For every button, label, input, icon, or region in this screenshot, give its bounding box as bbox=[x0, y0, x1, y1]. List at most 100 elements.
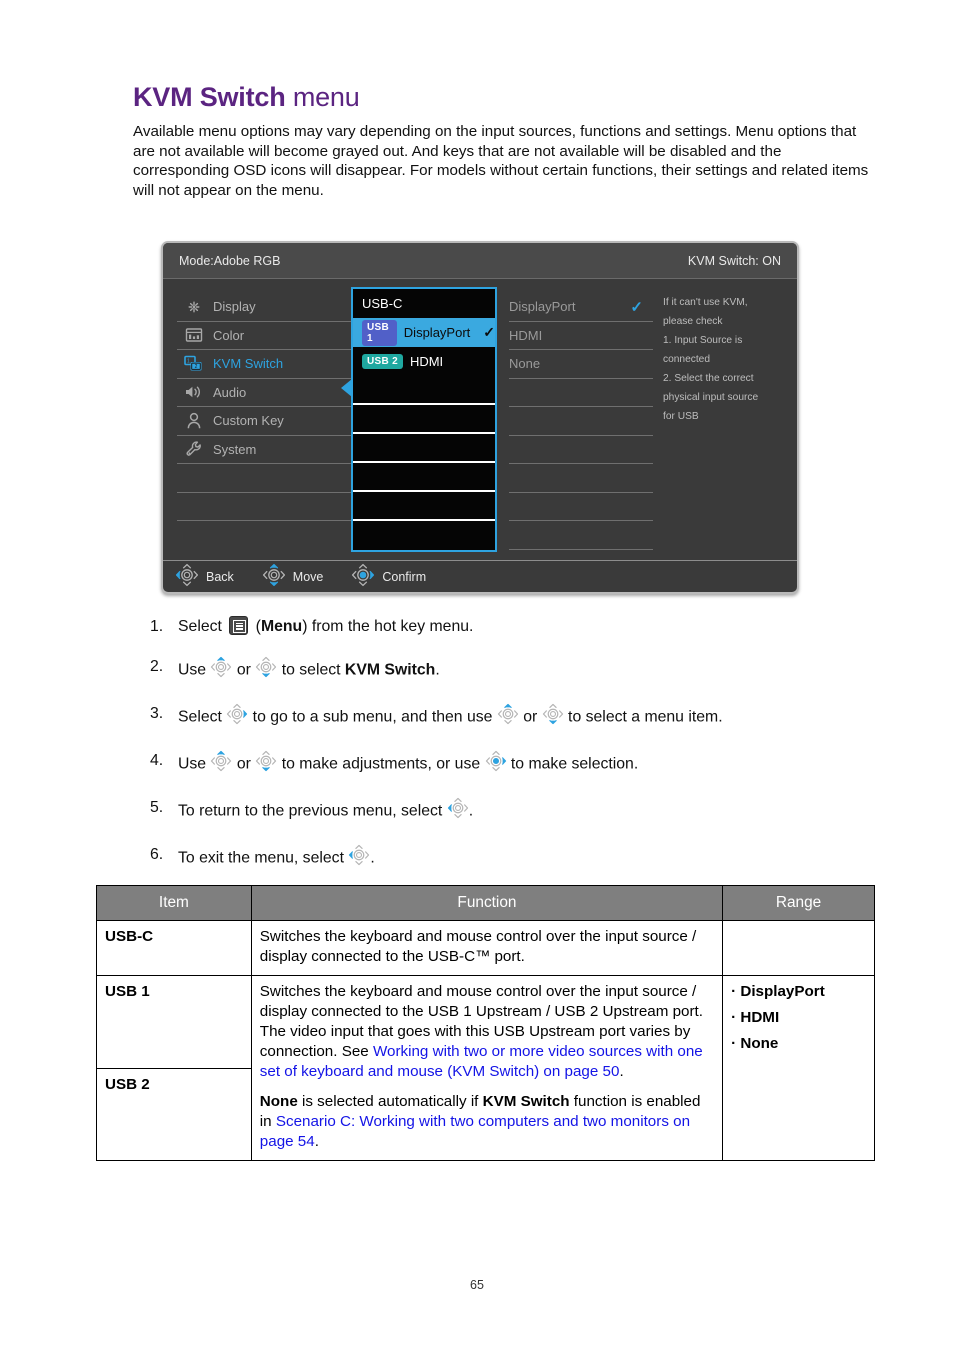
osd-submenu-empty-row bbox=[353, 405, 495, 434]
check-icon: ✓ bbox=[630, 298, 643, 316]
table-cell-item: USB-C bbox=[96, 920, 252, 976]
osd-usb-badge: USB 1 bbox=[362, 319, 397, 346]
table-cell-range: · DisplayPort · HDMI · None bbox=[722, 975, 875, 1161]
table-cell-range bbox=[722, 920, 875, 976]
page-title-rest: menu bbox=[285, 82, 360, 112]
five-way-controller-icon bbox=[542, 703, 564, 732]
step-body: Use or to make adjustments, or use to ma… bbox=[178, 750, 880, 779]
osd-sidebar-item-label: Display bbox=[213, 299, 256, 315]
step-emphasis: KVM Switch bbox=[482, 1093, 570, 1110]
table-cell-function: Switches the keyboard and mouse control … bbox=[250, 920, 724, 976]
instruction-step: 5. To return to the previous menu, selec… bbox=[150, 797, 880, 826]
osd-sidebar-item-color[interactable]: Color bbox=[177, 322, 367, 350]
step-emphasis: Menu bbox=[260, 618, 303, 635]
five-way-controller-icon bbox=[255, 656, 277, 685]
osd-sidebar-item-display[interactable]: Display bbox=[177, 293, 367, 322]
osd-value-item-displayport[interactable]: DisplayPort ✓ bbox=[509, 293, 653, 322]
osd-value-empty-row bbox=[509, 407, 653, 436]
osd-submenu-item-hdmi[interactable]: USB 2 HDMI bbox=[353, 347, 495, 376]
table-range-option: · None bbox=[731, 1035, 779, 1052]
step-text: . bbox=[619, 1063, 624, 1080]
step-text: to select bbox=[277, 661, 345, 679]
table-header-function: Function bbox=[250, 885, 724, 921]
osd-sidebar: Display Color 12 KVM Switch Audio Custom… bbox=[177, 293, 367, 521]
step-text: or bbox=[518, 708, 542, 726]
step-number: 5. bbox=[150, 799, 164, 816]
osd-submenu-empty-row bbox=[353, 376, 495, 405]
osd-value-column: DisplayPort ✓ HDMI None bbox=[509, 293, 653, 550]
osd-submenu-empty-row bbox=[353, 521, 495, 550]
step-text: to select a menu item. bbox=[563, 708, 723, 726]
instruction-step: 1. Select (Menu) from the hot key menu. bbox=[150, 616, 880, 638]
cross-reference-link[interactable]: Scenario C: Working with two computers a… bbox=[260, 1113, 690, 1150]
osd-action-label: Back bbox=[206, 569, 234, 584]
wrench-icon bbox=[183, 440, 205, 458]
person-icon bbox=[183, 412, 205, 430]
menu-hotkey-icon bbox=[229, 616, 249, 635]
osd-sidebar-item-audio[interactable]: Audio bbox=[177, 379, 367, 407]
table-header-item: Item bbox=[96, 885, 252, 921]
instruction-steps: 1. Select (Menu) from the hot key menu. … bbox=[150, 616, 880, 891]
osd-action-move[interactable]: Move bbox=[262, 563, 323, 590]
svg-text:2: 2 bbox=[195, 364, 198, 370]
step-body: To return to the previous menu, select . bbox=[178, 797, 880, 826]
osd-action-confirm[interactable]: Confirm bbox=[351, 563, 426, 590]
osd-mode-label: Mode:Adobe RGB bbox=[179, 253, 281, 268]
step-body: Select (Menu) from the hot key menu. bbox=[178, 616, 880, 638]
osd-sidebar-spacer bbox=[177, 464, 367, 493]
osd-hint-line: connected bbox=[663, 354, 711, 365]
osd-usb-badge: USB 2 bbox=[362, 354, 403, 369]
instruction-step: 3. Select to go to a sub menu, and then … bbox=[150, 703, 880, 732]
step-number: 3. bbox=[150, 705, 164, 722]
table-cell-paragraph: Switches the keyboard and mouse control … bbox=[260, 982, 714, 1082]
osd-value-empty-row bbox=[509, 521, 653, 550]
osd-value-empty-row bbox=[509, 464, 653, 493]
step-text: Use bbox=[178, 661, 211, 679]
step-number: 4. bbox=[150, 752, 164, 769]
osd-kvm-status: KVM Switch: ON bbox=[687, 253, 781, 268]
table-row: USB 1 Switches the keyboard and mouse co… bbox=[96, 975, 875, 1161]
step-text: . bbox=[468, 802, 474, 820]
osd-sidebar-item-system[interactable]: System bbox=[177, 436, 367, 464]
step-text: Select bbox=[178, 708, 227, 726]
five-way-controller-icon bbox=[485, 750, 507, 779]
step-body: Use or to select KVM Switch. bbox=[178, 656, 880, 685]
osd-screenshot: Mode:Adobe RGB KVM Switch: ON Display Co… bbox=[161, 241, 799, 594]
osd-sidebar-item-custom key[interactable]: Custom Key bbox=[177, 407, 367, 436]
table-header-row: Item Function Range bbox=[96, 885, 875, 921]
osd-value-item-label: None bbox=[509, 356, 541, 372]
osd-submenu-item-displayport[interactable]: USB 1 DisplayPort ✓ bbox=[353, 318, 495, 347]
osd-submenu-item-usb-c[interactable]: USB-C bbox=[353, 289, 495, 318]
five-way-controller-icon bbox=[255, 750, 277, 779]
osd-submenu-empty-row bbox=[353, 463, 495, 492]
table-row: USB-C Switches the keyboard and mouse co… bbox=[96, 920, 875, 976]
table-cell-item: USB 1 bbox=[96, 975, 252, 1069]
osd-value-item-hdmi[interactable]: HDMI bbox=[509, 322, 653, 350]
five-way-controller-icon bbox=[226, 703, 248, 732]
five-way-controller-icon bbox=[447, 797, 469, 826]
kvm-monitors-icon: 12 bbox=[183, 355, 205, 373]
osd-value-item-label: DisplayPort bbox=[509, 299, 576, 315]
osd-value-item-none[interactable]: None bbox=[509, 350, 653, 379]
osd-hint-line: physical input source bbox=[663, 392, 759, 403]
osd-submenu-item-label: USB-C bbox=[362, 296, 403, 311]
five-way-controller-icon bbox=[210, 656, 232, 685]
step-number: 1. bbox=[150, 618, 164, 635]
step-number: 6. bbox=[150, 846, 164, 863]
manual-page: KVM Switch menu Available menu options m… bbox=[0, 0, 954, 1350]
osd-sidebar-spacer bbox=[177, 493, 367, 521]
osd-value-item-label: HDMI bbox=[509, 327, 543, 343]
step-text: ) from the hot key menu. bbox=[302, 618, 474, 635]
step-number: 2. bbox=[150, 658, 164, 675]
osd-hint-text: If it can't use KVM, please check 1. Input… bbox=[663, 293, 791, 426]
table-range-option: · HDMI bbox=[731, 1009, 780, 1026]
step-body: Select to go to a sub menu, and then use… bbox=[178, 703, 880, 732]
five-way-controller-icon bbox=[497, 703, 519, 732]
osd-hint-line: please check bbox=[663, 316, 723, 327]
osd-action-back[interactable]: Back bbox=[175, 563, 234, 590]
osd-sidebar-item-kvm switch[interactable]: 12 KVM Switch bbox=[177, 350, 367, 379]
osd-submenu-empty-row bbox=[353, 492, 495, 521]
step-body: To exit the menu, select . bbox=[178, 844, 880, 873]
five-way-controller-icon bbox=[351, 563, 375, 590]
osd-title-bar: Mode:Adobe RGB KVM Switch: ON bbox=[163, 243, 797, 279]
